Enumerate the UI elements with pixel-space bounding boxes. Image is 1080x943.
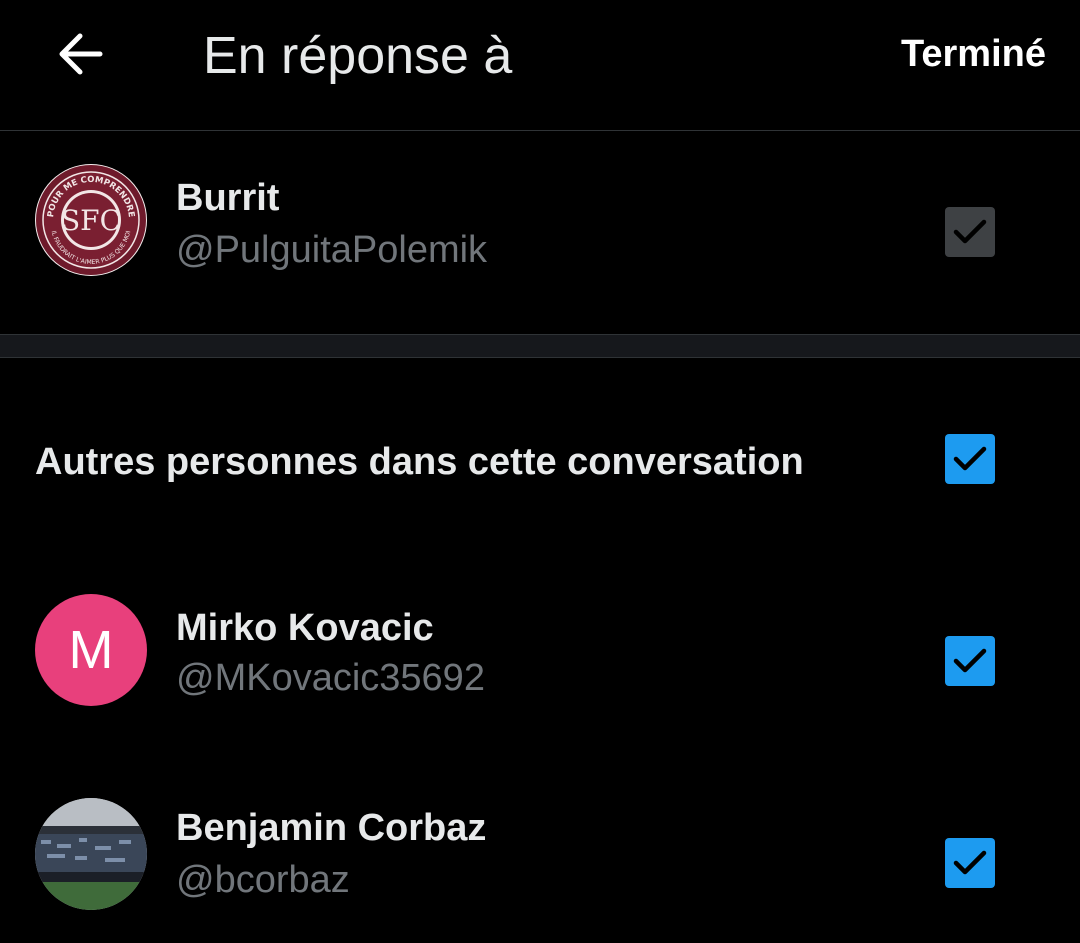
user-checkbox[interactable] (945, 838, 995, 888)
checkmark-icon (953, 648, 987, 673)
reply-to-screen: En réponse à Terminé POUR ME COMPRENDRE … (0, 0, 1080, 943)
avatar[interactable] (35, 798, 147, 910)
back-button[interactable] (48, 22, 112, 86)
club-crest-avatar-icon: POUR ME COMPRENDRE IL FAUDRAIT L'AIMER P… (36, 165, 146, 275)
others-select-all-checkbox[interactable] (945, 434, 995, 484)
svg-text:SFC: SFC (61, 204, 121, 237)
avatar[interactable]: POUR ME COMPRENDRE IL FAUDRAIT L'AIMER P… (35, 164, 147, 276)
done-button[interactable]: Terminé (901, 30, 1046, 78)
list-item: Benjamin Corbaz @bcorbaz (0, 790, 1080, 940)
user-handle: @bcorbaz (176, 859, 350, 901)
user-name: Mirko Kovacic (176, 607, 434, 649)
checkmark-icon (953, 850, 987, 875)
header-bar: En réponse à Terminé (0, 0, 1080, 131)
list-item: M Mirko Kovacic @MKovacic35692 (0, 588, 1080, 738)
primary-user-row: POUR ME COMPRENDRE IL FAUDRAIT L'AIMER P… (0, 158, 1080, 308)
avatar[interactable]: M (35, 594, 147, 706)
checkmark-icon (953, 219, 987, 244)
user-handle: @MKovacic35692 (176, 657, 485, 699)
stadium-photo-icon (35, 798, 147, 910)
user-name: Benjamin Corbaz (176, 807, 487, 849)
user-name: Burrit (176, 177, 280, 219)
avatar-letter: M (68, 620, 114, 680)
section-divider (0, 334, 1080, 358)
page-title: En réponse à (203, 27, 513, 85)
user-checkbox[interactable] (945, 636, 995, 686)
primary-user-checkbox[interactable] (945, 207, 995, 257)
checkmark-icon (953, 446, 987, 471)
others-section-label: Autres personnes dans cette conversation (35, 441, 804, 483)
arrow-left-icon (59, 33, 103, 75)
user-handle: @PulguitaPolemik (176, 229, 488, 271)
